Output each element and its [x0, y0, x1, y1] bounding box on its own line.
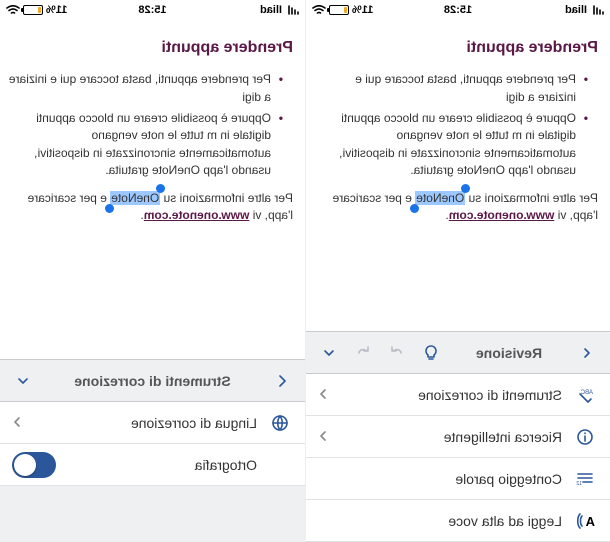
ribbon-toolbar: Strumenti di correzione [0, 360, 305, 402]
ribbon-list: ABC Strumenti di correzione Ricerca inte… [306, 374, 610, 542]
row-word-count[interactable]: 123 Conteggio parole [306, 458, 610, 500]
doc-bullet: Oppure è possibile creare un blocco appu… [314, 110, 588, 180]
doc-bullet: Per prendere appunti, basta toccare qui … [8, 71, 283, 106]
ribbon-panel: Revisione ABC Strumenti di correzione Ri… [306, 331, 610, 542]
row-proofing-tools[interactable]: ABC Strumenti di correzione [306, 374, 610, 416]
expand-icon[interactable] [570, 332, 604, 374]
doc-heading: Prendere appunti [8, 36, 293, 59]
row-label: Ortografia [56, 457, 293, 473]
spelling-toggle[interactable] [12, 452, 56, 478]
row-smart-lookup[interactable]: Ricerca intelligente [306, 416, 610, 458]
chevron-down-icon[interactable] [312, 332, 346, 374]
undo-icon[interactable] [346, 332, 380, 374]
clock: 15:28 [444, 4, 472, 16]
ribbon-toolbar: Revisione [306, 332, 610, 374]
doc-paragraph: Per altre informazioni su OneNote e per … [314, 190, 598, 225]
svg-text:A: A [585, 514, 595, 529]
wifi-icon [6, 5, 20, 15]
text-selection[interactable]: OneNote [110, 191, 160, 205]
chevron-right-icon [12, 415, 22, 431]
battery-icon [23, 5, 43, 15]
svg-text:123: 123 [576, 481, 582, 487]
phone-left: Iliad 15:28 11% Prendere appunti Per pre… [0, 0, 305, 542]
row-label: Lingua di correzione [22, 415, 257, 431]
redo-icon[interactable] [380, 332, 414, 374]
battery-percent: 11% [46, 4, 67, 16]
chevron-right-icon [318, 387, 328, 403]
read-aloud-icon: A [572, 512, 598, 530]
status-bar: Iliad 15:28 11% [0, 0, 305, 20]
onenote-link[interactable]: www.onenote.com [144, 208, 250, 222]
ribbon-title: Strumenti di correzione [40, 373, 265, 389]
doc-bullet: Per prendere appunti, basta toccare qui … [314, 71, 588, 106]
carrier-label: Iliad [565, 4, 587, 16]
phone-right: Iliad 15:28 11% Prendere appunti Per pre… [305, 0, 610, 542]
row-label: Ricerca intelligente [328, 429, 562, 445]
abc-check-icon: ABC [572, 386, 598, 404]
signal-icon [285, 5, 299, 15]
word-count-icon: 123 [572, 470, 598, 488]
status-bar: Iliad 15:28 11% [306, 0, 610, 20]
row-spelling[interactable]: Ortografia [0, 444, 305, 486]
battery-percent: 11% [352, 4, 373, 16]
row-proofing-language[interactable]: Lingua di correzione [0, 402, 305, 444]
text-selection[interactable]: OneNote [415, 191, 465, 205]
doc-bullet: Oppure è possibile creare un blocco appu… [8, 110, 283, 180]
document-area[interactable]: Prendere appunti Per prendere appunti, b… [0, 20, 305, 359]
blank-row [0, 514, 305, 542]
row-label: Conteggio parole [318, 471, 562, 487]
signal-icon [590, 5, 604, 15]
chevron-down-icon[interactable] [6, 360, 40, 402]
info-icon [572, 428, 598, 446]
row-label: Leggi ad alta voce [318, 513, 562, 529]
lightbulb-icon[interactable] [414, 332, 448, 374]
battery-icon [329, 5, 349, 15]
blank-row [0, 486, 305, 514]
ribbon-list: Lingua di correzione Ortografia [0, 402, 305, 542]
doc-heading: Prendere appunti [314, 36, 598, 59]
globe-icon [267, 414, 293, 432]
back-icon[interactable] [265, 360, 299, 402]
row-label: Strumenti di correzione [328, 387, 562, 403]
carrier-label: Iliad [260, 4, 282, 16]
ribbon-tab-label[interactable]: Revisione [448, 345, 570, 361]
doc-paragraph: Per altre informazioni su OneNote e per … [8, 190, 293, 225]
document-area[interactable]: Prendere appunti Per prendere appunti, b… [306, 20, 610, 331]
ribbon-panel: Strumenti di correzione Lingua di correz… [0, 359, 305, 542]
onenote-link[interactable]: www.onenote.com [449, 208, 555, 222]
row-read-aloud[interactable]: A Leggi ad alta voce [306, 500, 610, 542]
chevron-right-icon [318, 429, 328, 445]
clock: 15:28 [138, 4, 166, 16]
wifi-icon [312, 5, 326, 15]
